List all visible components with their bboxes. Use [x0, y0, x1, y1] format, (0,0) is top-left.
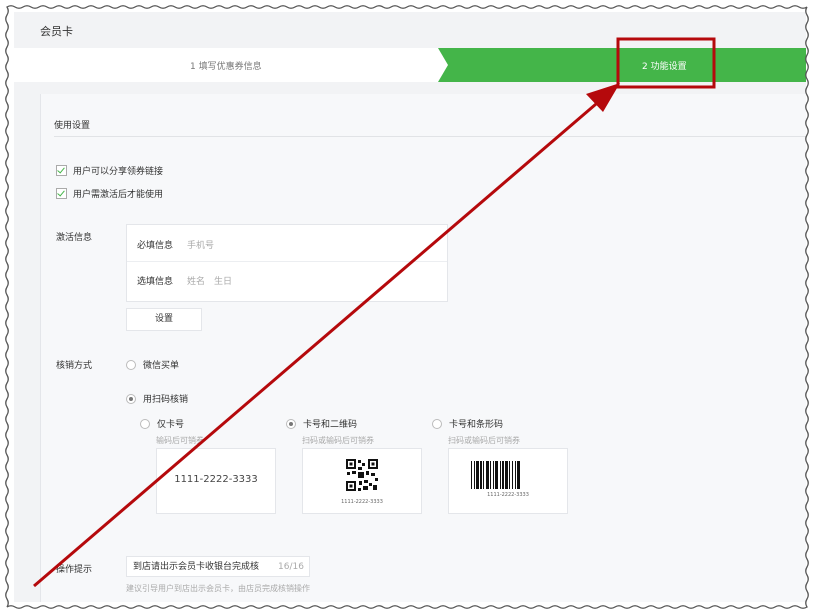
- page-title: 会员卡: [40, 25, 73, 38]
- page: 会员卡 1 填写优惠券信息 2 功能设置 使用设置 用户可以分享领券链接 用户需…: [14, 12, 806, 602]
- radio-label: 卡号和二维码: [303, 420, 358, 430]
- radio-card-number-only[interactable]: 仅卡号: [140, 417, 184, 430]
- activation-label: 激活信息: [56, 233, 93, 243]
- tip-char-count: 16/16: [278, 562, 304, 572]
- section-divider: [54, 136, 806, 137]
- qrcode-icon: [345, 458, 379, 492]
- preview-card-number: 1111-2222-3333: [174, 474, 258, 485]
- radio-icon[interactable]: [140, 418, 150, 429]
- radio-selected-icon[interactable]: [286, 418, 296, 429]
- radio-label: 卡号和条形码: [449, 420, 504, 430]
- barcode-bar: [505, 461, 508, 489]
- barcode-bar: [500, 461, 501, 489]
- radio-wechat-pay[interactable]: 微信买单: [126, 358, 179, 371]
- barcode-bar: [490, 461, 491, 489]
- checkbox-share-link[interactable]: 用户可以分享领券链接: [56, 164, 163, 177]
- radio-selected-icon[interactable]: [126, 393, 136, 404]
- radio-label: 仅卡号: [157, 420, 185, 430]
- preview-card-number-qrcode: 1111-2222-3333: [302, 448, 422, 514]
- radio-label: 微信买单: [143, 361, 180, 371]
- barcode-bar: [512, 461, 513, 489]
- radio-card-number-qrcode[interactable]: 卡号和二维码: [286, 417, 357, 430]
- barcode-bar: [493, 461, 494, 489]
- barcode-bar: [471, 461, 472, 489]
- checkbox-checked-icon[interactable]: [56, 188, 67, 199]
- step-2-label[interactable]: 2 功能设置: [642, 59, 687, 72]
- optional-info-fields: 姓名 生日: [187, 277, 233, 287]
- tip-hint: 建议引导用户到店出示会员卡，由店员完成核销操作: [126, 584, 310, 593]
- barcode-bar: [480, 461, 482, 489]
- barcode-bar: [486, 461, 489, 489]
- preview-card-number-only: 1111-2222-3333: [156, 448, 276, 514]
- info-divider: [127, 261, 447, 262]
- barcode-bar: [495, 461, 498, 489]
- radio-scan-redeem[interactable]: 用扫码核销: [126, 392, 188, 405]
- step-bar: 1 填写优惠券信息 2 功能设置: [14, 48, 806, 82]
- barcode-icon: [471, 461, 520, 489]
- radio-icon[interactable]: [432, 418, 442, 429]
- checkbox-label: 用户可以分享领券链接: [73, 167, 164, 177]
- checkbox-require-activation[interactable]: 用户需激活后才能使用: [56, 187, 163, 200]
- checkbox-checked-icon[interactable]: [56, 165, 67, 176]
- radio-card-number-barcode[interactable]: 卡号和条形码: [432, 417, 503, 430]
- preview-card-number: 1111-2222-3333: [341, 499, 383, 505]
- barcode-bar: [474, 461, 475, 489]
- optional-info-label: 选填信息: [137, 277, 174, 287]
- hint-card-number-qrcode: 扫码或输码后可销券: [302, 436, 374, 445]
- checkbox-label: 用户需激活后才能使用: [73, 190, 164, 200]
- radio-label: 用扫码核销: [143, 395, 189, 405]
- barcode-bar: [517, 461, 520, 489]
- barcode-bar: [509, 461, 510, 489]
- tip-label: 操作提示: [56, 565, 93, 575]
- activation-info-box: 必填信息 手机号 选填信息 姓名 生日: [126, 224, 448, 302]
- barcode-bar: [476, 461, 479, 489]
- section-title-usage: 使用设置: [54, 121, 91, 131]
- step-1-label[interactable]: 1 填写优惠券信息: [190, 59, 262, 72]
- barcode-bar: [502, 461, 504, 489]
- hint-card-number-only: 输码后可销券: [156, 436, 204, 445]
- barcode-bar: [515, 461, 516, 489]
- required-info-label: 必填信息: [137, 241, 174, 251]
- preview-card-number: 1111-2222-3333: [487, 492, 529, 498]
- step-2-active[interactable]: [438, 48, 806, 82]
- redeem-label: 核销方式: [56, 361, 93, 371]
- radio-icon[interactable]: [126, 359, 136, 370]
- page-header: 会员卡: [14, 12, 806, 48]
- preview-card-number-barcode: 1111-2222-3333: [448, 448, 568, 514]
- hint-card-number-barcode: 扫码或输码后可销券: [448, 436, 520, 445]
- required-info-fields: 手机号: [187, 241, 215, 251]
- barcode-bar: [483, 461, 484, 489]
- activation-settings-button[interactable]: 设置: [126, 308, 202, 331]
